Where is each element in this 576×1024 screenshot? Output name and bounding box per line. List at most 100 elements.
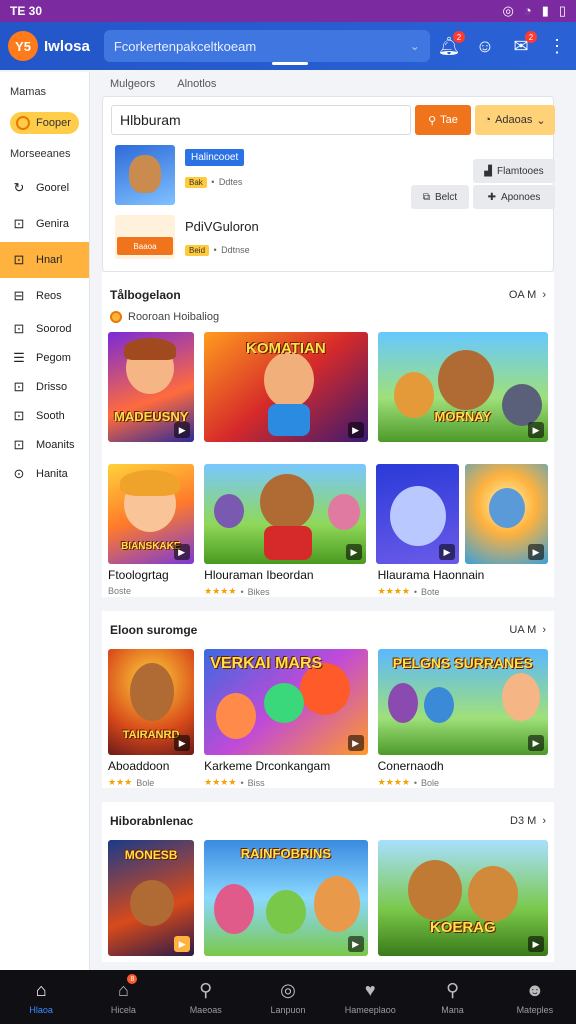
bottom-nav-item[interactable]: ⌂ Hicela 8 <box>82 970 164 1024</box>
game-card[interactable]: MONESB ▶ <box>108 840 195 956</box>
play-icon[interactable]: ▶ <box>174 735 191 751</box>
game-card[interactable]: KOERAG ▶ <box>377 840 548 956</box>
game-card[interactable]: KOMATIAN ▶ <box>204 332 368 442</box>
bottom-navigation: ⌂ Hlaoa ⌂ Hicela 8 ⚲ Maeoas ◎ Lanpuon ♥ Hameeplaoo… <box>0 970 576 1024</box>
see-all-link[interactable]: OA M › <box>509 289 546 301</box>
game-card[interactable]: TAIRANRD ▶ <box>108 649 195 755</box>
card-caption: Ftoologrtag Boste <box>108 564 194 597</box>
sidebar-item-icon: ⊡ <box>13 378 25 394</box>
play-icon[interactable]: ▶ <box>528 544 544 560</box>
bottom-nav-item[interactable]: ⚲ Maeoas <box>165 970 247 1024</box>
filter-icon <box>110 311 122 323</box>
play-icon[interactable]: ▶ <box>347 936 364 952</box>
game-card[interactable]: ▶ <box>376 464 459 564</box>
card-caption: Hlouraman Ibeordan ★★★★ • Bikes <box>204 564 367 597</box>
sidebar-item[interactable]: ⊡ Genira <box>0 206 89 242</box>
game-card[interactable]: ▶ <box>465 464 548 564</box>
filter-dropdown[interactable]: ◔ Adaoas ⌄ <box>475 105 555 135</box>
see-all-link[interactable]: UA M › <box>509 624 546 636</box>
card-caption: Aboaddoon ★★★ Bole <box>108 755 194 788</box>
result-meta: Ddtnse <box>221 245 250 255</box>
result-item[interactable]: Baaoa PdiVGuloron Beid • Ddtnse <box>115 215 259 259</box>
bottom-nav-item[interactable]: ⌂ Hlaoa <box>0 970 82 1024</box>
sidebar-item[interactable]: ⊡ Hnarl <box>0 242 89 278</box>
bottom-nav-item[interactable]: ♥ Hameeplaoo <box>329 970 411 1024</box>
appbar-active-indicator <box>272 62 308 65</box>
nav-label: Mana <box>441 1004 464 1015</box>
secondary-button[interactable]: ▟ Flamtooes <box>473 159 555 183</box>
section-title: Hiborabnlenac <box>110 814 194 828</box>
sidebar-item-label: Genira <box>36 218 70 230</box>
star-rating: ★★★★ <box>377 586 410 596</box>
nav-icon: ⌂ <box>35 979 47 1000</box>
select-button[interactable]: ⧉ Belct <box>411 185 469 209</box>
sidebar-header: Mamas <box>10 86 47 98</box>
sidebar-item[interactable]: ⊡ Drisso <box>0 372 89 401</box>
card-title: Hlaurama Haonnain <box>377 568 485 582</box>
thumbnail-button[interactable]: Baaoa <box>117 237 173 255</box>
sidebar-item-label: Sooth <box>36 409 65 422</box>
breadcrumb-item[interactable]: Mulgeors <box>110 78 155 90</box>
nav-icon: ⌂ <box>117 979 129 1000</box>
game-card[interactable]: MORNAY ▶ <box>377 332 548 442</box>
more-menu-button[interactable]: ⋮ <box>546 35 568 57</box>
logo-badge: Y5 <box>8 31 38 61</box>
game-card[interactable]: BIANSKAKE ▶ <box>108 464 194 564</box>
sidebar-item-label: Reos <box>36 290 62 302</box>
play-icon[interactable]: ▶ <box>527 936 544 952</box>
sidebar-item[interactable]: ⊟ Reos <box>0 278 89 314</box>
sidebar-item[interactable]: ↻ Goorel <box>0 170 89 206</box>
sidebar-item-label: Hnarl <box>36 254 63 266</box>
play-icon[interactable]: ▶ <box>174 422 191 438</box>
card-meta: Bote <box>421 586 440 597</box>
play-icon[interactable]: ▶ <box>174 936 191 952</box>
game-card[interactable]: VERKAI MARS ▶ <box>204 649 368 755</box>
play-icon[interactable]: ▶ <box>347 422 364 438</box>
play-icon[interactable]: ▶ <box>527 422 544 438</box>
game-card[interactable]: PELGNS SURRANES ▶ <box>377 649 548 755</box>
see-all-link[interactable]: D3 M › <box>510 815 546 827</box>
play-icon[interactable]: ▶ <box>347 735 364 751</box>
top-search-bar[interactable]: ⌄ <box>103 30 430 62</box>
nav-label: Hameeplaoo <box>344 1004 396 1015</box>
top-search-input[interactable] <box>113 38 384 54</box>
card-title: Conernaodh <box>377 759 444 773</box>
profile-button[interactable]: ☺ <box>474 35 496 57</box>
main-search-input[interactable]: Hlbburam <box>111 105 411 135</box>
play-icon[interactable]: ▶ <box>439 544 455 560</box>
notifications-button[interactable]: 🔔︎ 2 <box>438 31 465 57</box>
breadcrumb-item[interactable]: Alnotlos <box>177 78 216 90</box>
sidebar-item-label: Soorod <box>36 322 72 335</box>
sidebar-item[interactable]: ⊡ Sooth <box>0 401 89 430</box>
sidebar-item[interactable]: ☰ Pegom <box>0 343 89 372</box>
play-icon[interactable]: ▶ <box>346 544 362 560</box>
play-icon[interactable]: ▶ <box>173 544 190 560</box>
game-card[interactable]: MADEUSNY ▶ <box>108 332 195 442</box>
star-rating: ★★★★ <box>204 777 237 787</box>
game-card[interactable]: ▶ <box>203 464 366 564</box>
sidebar-item[interactable]: ⊙ Hanita <box>0 459 89 488</box>
messages-button[interactable]: ✉ 2 <box>510 31 537 57</box>
game-section: Tålbogelaon OA M › Rooroan Hoibaliog MADE… <box>102 272 554 597</box>
result-item[interactable]: Halincooet Bak • Ddtes <box>115 145 245 205</box>
status-bar: TE 30 ◎ ◔ ▮ ▯ <box>0 0 576 22</box>
sidebar-pill[interactable]: Fooper <box>10 112 79 134</box>
add-button[interactable]: ✚ Aponoes <box>473 185 555 209</box>
bell-badge-icon: ◎ <box>502 3 514 18</box>
bottom-nav-item[interactable]: ☻ Mateples <box>494 970 576 1024</box>
bottom-nav-item[interactable]: ⚲ Mana <box>411 970 493 1024</box>
nav-icon: ◎ <box>280 979 296 1000</box>
search-icon: ⚲ <box>428 114 437 127</box>
play-icon[interactable]: ▶ <box>527 735 544 751</box>
sidebar-item[interactable]: ⊡ Soorod <box>0 314 89 343</box>
search-card: Hlbburam ⚲ Tae ◔ Adaoas ⌄ Halincooet Bak… <box>102 96 555 272</box>
sidebar-item[interactable]: ⊡ Moanits <box>0 430 89 459</box>
app-logo[interactable]: Y5 Iwlosa <box>8 31 90 61</box>
bottom-nav-item[interactable]: ◎ Lanpuon <box>247 970 329 1024</box>
search-button[interactable]: ⚲ Tae <box>415 105 471 135</box>
chevron-down-icon[interactable]: ⌄ <box>410 39 420 53</box>
game-card[interactable]: RAINFOBRINS ▶ <box>204 840 368 956</box>
sidebar-item-label: Moanits <box>36 438 75 451</box>
sidebar-item-label: Pegom <box>36 351 71 364</box>
sidebar-item-icon: ⊡ <box>13 216 25 231</box>
